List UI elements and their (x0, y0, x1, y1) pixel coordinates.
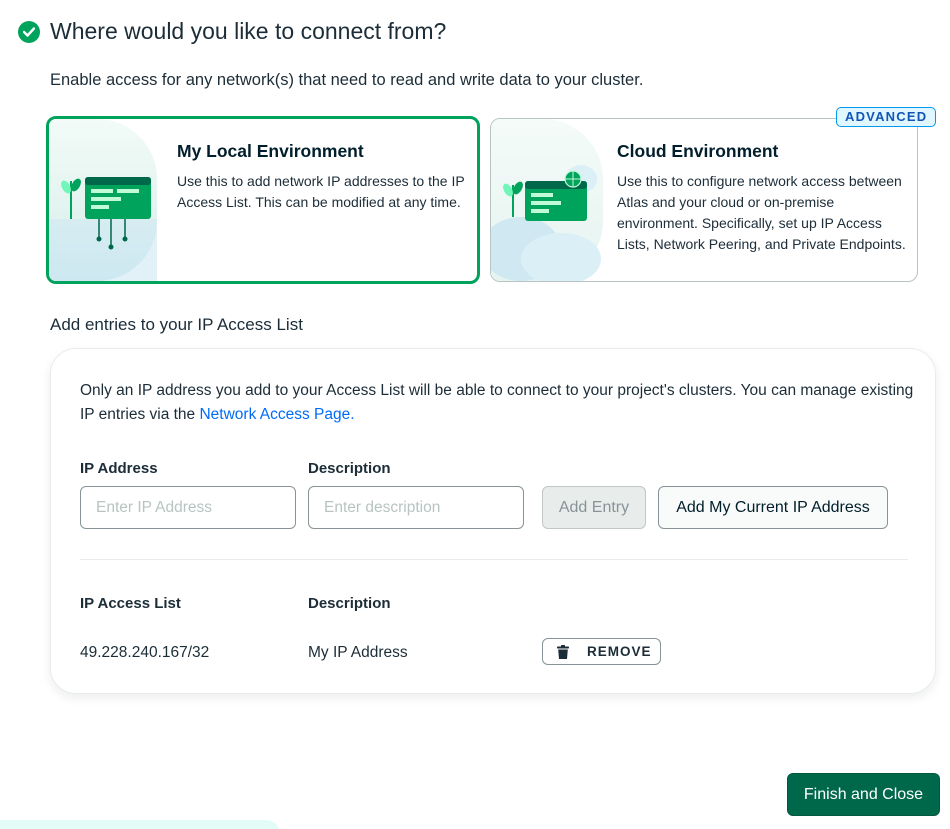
advanced-badge: ADVANCED (836, 107, 937, 127)
page-title: Where would you like to connect from? (50, 18, 447, 44)
finish-and-close-button[interactable]: Finish and Close (787, 773, 940, 816)
local-environment-description: Use this to add network IP addresses to … (177, 173, 465, 210)
remove-label: REMOVE (587, 644, 652, 659)
access-list-section-title: Add entries to your IP Access List (50, 315, 303, 334)
description-label: Description (308, 460, 391, 477)
bottom-decoration (0, 820, 280, 829)
cloud-environment-title: Cloud Environment (617, 141, 779, 161)
add-entry-button[interactable]: Add Entry (542, 486, 646, 529)
check-circle-icon (18, 20, 40, 43)
local-environment-card[interactable]: My Local Environment Use this to add net… (46, 116, 480, 284)
cloud-environment-illustration (491, 119, 603, 281)
page-subtitle: Enable access for any network(s) that ne… (50, 71, 644, 89)
add-current-ip-button[interactable]: Add My Current IP Address (658, 486, 888, 529)
local-environment-title: My Local Environment (177, 141, 364, 161)
ip-address-input[interactable] (80, 486, 296, 529)
description-column-header: Description (308, 595, 391, 612)
access-list-info: Only an IP address you add to your Acces… (80, 379, 920, 427)
remove-entry-button[interactable]: REMOVE (542, 638, 661, 665)
ip-access-list-header: IP Access List (80, 595, 181, 612)
page-header: Where would you like to connect from? (18, 18, 446, 45)
cloud-environment-description: Use this to configure network access bet… (617, 173, 906, 252)
network-access-page-link[interactable]: Network Access Page. (199, 406, 354, 423)
description-input[interactable] (308, 486, 524, 529)
trash-icon (555, 644, 571, 660)
ip-address-label: IP Address (80, 460, 158, 477)
divider (80, 559, 908, 560)
cloud-environment-card[interactable]: Cloud Environment Use this to configure … (490, 118, 918, 282)
access-list-panel: Only an IP address you add to your Acces… (50, 348, 936, 694)
entry-ip: 49.228.240.167/32 (80, 644, 210, 661)
entry-description: My IP Address (308, 644, 408, 661)
local-environment-illustration (49, 119, 157, 281)
